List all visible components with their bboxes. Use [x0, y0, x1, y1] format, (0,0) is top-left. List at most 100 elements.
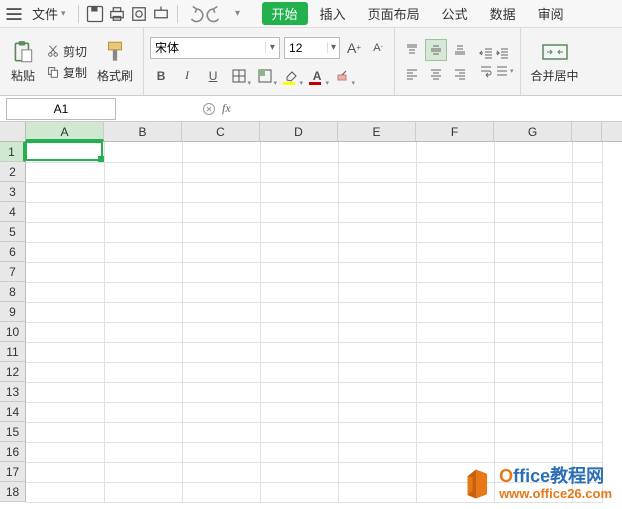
cell[interactable] — [104, 282, 182, 302]
align-center-icon[interactable] — [425, 63, 447, 85]
tab-start[interactable]: 开始 — [262, 2, 308, 25]
cell[interactable] — [260, 142, 338, 162]
cell[interactable] — [26, 342, 104, 362]
row-header[interactable]: 15 — [0, 422, 25, 442]
cell[interactable] — [572, 402, 602, 422]
col-header[interactable] — [572, 122, 602, 141]
increase-indent-icon[interactable] — [495, 46, 509, 60]
cell[interactable] — [572, 242, 602, 262]
cell[interactable] — [338, 362, 416, 382]
cell[interactable] — [494, 382, 572, 402]
paste-button[interactable]: 粘贴 — [6, 37, 40, 86]
cell[interactable] — [260, 402, 338, 422]
cell[interactable] — [26, 322, 104, 342]
cell[interactable] — [494, 202, 572, 222]
cell[interactable] — [494, 242, 572, 262]
cell[interactable] — [572, 162, 602, 182]
select-all-corner[interactable] — [0, 122, 26, 142]
decrease-font-icon[interactable]: A- — [368, 38, 388, 58]
cell[interactable] — [572, 202, 602, 222]
cell[interactable] — [416, 282, 494, 302]
cell[interactable] — [416, 202, 494, 222]
cell[interactable] — [182, 382, 260, 402]
cell[interactable] — [416, 222, 494, 242]
cell[interactable] — [416, 442, 494, 462]
italic-button[interactable]: I — [176, 65, 198, 87]
chevron-down-icon[interactable]: ▾ — [265, 42, 279, 53]
cell[interactable] — [182, 242, 260, 262]
formula-input[interactable] — [237, 101, 537, 116]
row-header[interactable]: 13 — [0, 382, 25, 402]
cell[interactable] — [260, 422, 338, 442]
name-box-input[interactable] — [7, 102, 115, 116]
cell[interactable] — [104, 462, 182, 482]
cell[interactable] — [26, 462, 104, 482]
cell[interactable] — [572, 302, 602, 322]
orientation-icon[interactable]: ▾ — [495, 64, 514, 78]
merge-center-button[interactable]: 合并居中 — [527, 37, 583, 86]
col-header[interactable]: F — [416, 122, 494, 141]
cell[interactable] — [494, 162, 572, 182]
cell[interactable] — [182, 142, 260, 162]
cell[interactable] — [260, 462, 338, 482]
tab-page-layout[interactable]: 页面布局 — [358, 0, 430, 27]
cell[interactable] — [260, 382, 338, 402]
cell[interactable] — [260, 202, 338, 222]
tab-insert[interactable]: 插入 — [310, 0, 356, 27]
cell[interactable] — [416, 382, 494, 402]
cell[interactable] — [572, 282, 602, 302]
cell[interactable] — [416, 182, 494, 202]
font-color-button[interactable]: A▾ — [306, 65, 328, 87]
cell[interactable] — [104, 182, 182, 202]
cell[interactable] — [26, 182, 104, 202]
cell[interactable] — [26, 442, 104, 462]
align-right-icon[interactable] — [449, 63, 471, 85]
cell[interactable] — [338, 142, 416, 162]
col-header[interactable]: A — [26, 122, 104, 141]
cell[interactable] — [26, 382, 104, 402]
cell-style-button[interactable]: ▾ — [254, 65, 276, 87]
cell[interactable] — [26, 422, 104, 442]
cell[interactable] — [494, 402, 572, 422]
redo-icon[interactable] — [206, 4, 226, 24]
cell[interactable] — [338, 482, 416, 502]
fx-cancel-icon[interactable] — [202, 102, 216, 116]
save-icon[interactable] — [85, 4, 105, 24]
hamburger-icon[interactable] — [4, 4, 24, 24]
col-header[interactable]: G — [494, 122, 572, 141]
row-header[interactable]: 12 — [0, 362, 25, 382]
border-button[interactable]: ▾ — [228, 65, 250, 87]
cell[interactable] — [26, 302, 104, 322]
row-header[interactable]: 6 — [0, 242, 25, 262]
bold-button[interactable]: B — [150, 65, 172, 87]
cell[interactable] — [26, 202, 104, 222]
cell[interactable] — [572, 422, 602, 442]
print-preview-icon[interactable] — [129, 4, 149, 24]
cell[interactable] — [260, 282, 338, 302]
cell[interactable] — [338, 202, 416, 222]
name-box[interactable] — [6, 98, 116, 120]
cell[interactable] — [572, 142, 602, 162]
cell[interactable] — [494, 282, 572, 302]
font-size-input[interactable] — [285, 41, 327, 55]
cell[interactable] — [416, 302, 494, 322]
cell[interactable] — [26, 282, 104, 302]
cell[interactable] — [26, 242, 104, 262]
cell[interactable] — [182, 402, 260, 422]
cell[interactable] — [104, 402, 182, 422]
qat-dropdown-icon[interactable]: ▾ — [228, 4, 248, 24]
cell[interactable] — [416, 262, 494, 282]
cell[interactable] — [260, 242, 338, 262]
cell[interactable] — [260, 442, 338, 462]
print-icon[interactable] — [107, 4, 127, 24]
font-name-input[interactable] — [151, 41, 265, 55]
cell[interactable] — [338, 182, 416, 202]
cell[interactable] — [572, 342, 602, 362]
clear-format-button[interactable]: ▾ — [332, 65, 354, 87]
cell[interactable] — [338, 322, 416, 342]
cell[interactable] — [338, 442, 416, 462]
cell[interactable] — [182, 302, 260, 322]
cell[interactable] — [104, 242, 182, 262]
row-header[interactable]: 4 — [0, 202, 25, 222]
tab-review[interactable]: 审阅 — [528, 0, 574, 27]
